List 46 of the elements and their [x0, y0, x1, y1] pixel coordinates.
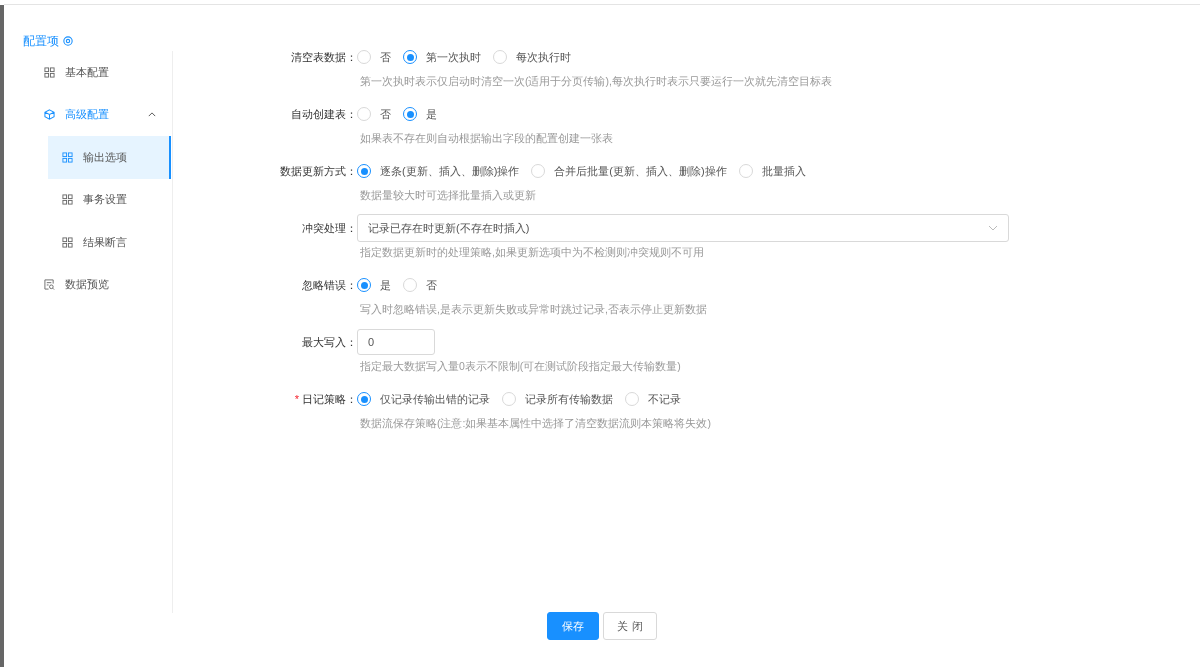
- radio-option[interactable]: 否: [403, 277, 437, 293]
- radio-option[interactable]: 是: [403, 106, 437, 122]
- radio-option[interactable]: 每次执行时: [493, 49, 571, 65]
- grid-icon: [44, 66, 55, 78]
- radio-option[interactable]: 第一次执时: [403, 49, 481, 65]
- help-text: 写入时忽略错误,是表示更新失败或异常时跳过记录,否表示停止更新数据: [359, 302, 708, 317]
- field-label: 自动创建表：: [291, 107, 357, 120]
- field-label: 数据更新方式：: [280, 164, 357, 177]
- sidebar-item[interactable]: 输出选项: [48, 136, 171, 179]
- input-field[interactable]: 0: [357, 329, 435, 355]
- close-button[interactable]: 关 闭: [603, 612, 657, 640]
- radio-option[interactable]: 逐条(更新、插入、删除)操作: [357, 163, 520, 179]
- field-label: 日记策略：: [302, 392, 357, 405]
- radio-option[interactable]: 否: [357, 49, 391, 65]
- radio-option[interactable]: 批量插入: [738, 163, 806, 179]
- sidebar-item[interactable]: 结果断言: [48, 221, 169, 264]
- radio-option[interactable]: 记录所有传输数据: [502, 391, 613, 407]
- help-text: 数据量较大时可选择批量插入或更新: [359, 188, 537, 203]
- radio-option[interactable]: 是: [357, 277, 391, 293]
- sidebar-title: 配置项: [23, 32, 59, 50]
- help-text: 第一次执时表示仅启动时清空一次(适用于分页传输),每次执行时表示只要运行一次就先清空目标表: [359, 74, 833, 89]
- help-text: 指定最大数据写入量0表示不限制(可在测试阶段指定最大传输数量): [359, 359, 682, 374]
- cube-icon: [44, 109, 55, 121]
- chevron-icon: [148, 112, 156, 118]
- required-mark: *: [294, 392, 299, 405]
- field-label: 最大写入：: [302, 335, 357, 348]
- grid-icon: [62, 236, 73, 248]
- field-label: 忽略错误：: [302, 278, 357, 291]
- radio-option[interactable]: 不记录: [625, 391, 681, 407]
- preview-icon: [44, 279, 55, 291]
- radio-option[interactable]: 仅记录传输出错的记录: [357, 391, 490, 407]
- field-label: 清空表数据：: [291, 50, 357, 63]
- chevron-icon: [988, 225, 998, 231]
- help-text: 如果表不存在则自动根据输出字段的配置创建一张表: [359, 131, 614, 146]
- sidebar-item[interactable]: 事务设置: [48, 178, 169, 221]
- radio-option[interactable]: 否: [357, 106, 391, 122]
- radio-option[interactable]: 合并后批量(更新、插入、删除)操作: [531, 163, 727, 179]
- select-field[interactable]: 记录已存在时更新(不存在时插入): [357, 214, 1009, 242]
- sidebar-item[interactable]: 数据预览: [44, 263, 172, 306]
- field-label: 冲突处理：: [302, 221, 357, 234]
- help-text: 指定数据更新时的处理策略,如果更新选项中为不检测则冲突规则不可用: [359, 245, 705, 260]
- target-icon: [63, 36, 73, 46]
- grid-icon: [62, 151, 73, 163]
- sidebar-item[interactable]: 基本配置: [44, 51, 172, 94]
- help-text: 数据流保存策略(注意:如果基本属性中选择了清空数据流则本策略将失效): [359, 416, 712, 431]
- grid-icon: [62, 194, 73, 206]
